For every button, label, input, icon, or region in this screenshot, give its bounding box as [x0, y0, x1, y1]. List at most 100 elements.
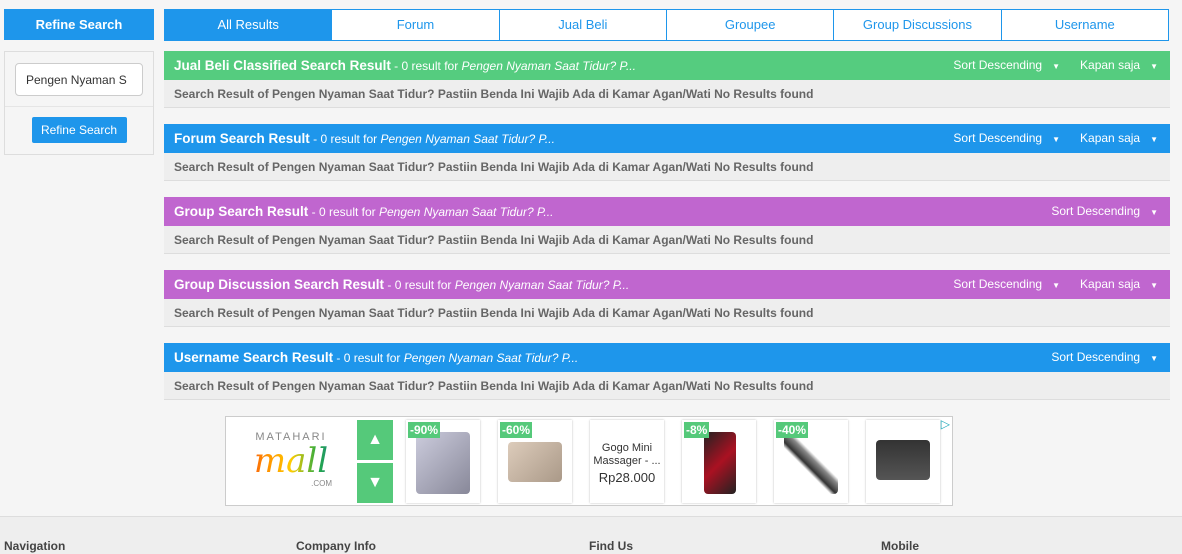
adchoices-icon[interactable]: ▷: [941, 417, 950, 431]
mataharimall-logo[interactable]: MATAHARI mall .COM: [236, 431, 346, 488]
caret-down-icon: ▼: [1150, 135, 1158, 144]
search-input[interactable]: [15, 63, 143, 96]
section-controls: Sort Descending ▼ Kapan saja ▼: [953, 51, 1158, 81]
scroll-down-button[interactable]: ▼: [357, 463, 393, 503]
sidebar: Refine Search Refine Search: [4, 9, 154, 155]
section-title: Username Search Result: [174, 350, 334, 365]
search-result-section: Username Search Result - 0 result for Pe…: [164, 343, 1170, 400]
discount-badge: -90%: [408, 422, 441, 438]
no-results-message: Search Result of Pengen Nyaman Saat Tidu…: [164, 153, 1170, 181]
tab-username[interactable]: Username: [1000, 10, 1168, 40]
discount-badge: -40%: [776, 422, 809, 438]
no-results-message: Search Result of Pengen Nyaman Saat Tidu…: [164, 226, 1170, 254]
sort-dropdown[interactable]: Sort Descending ▼: [953, 51, 1060, 81]
result-count: - 0 result for: [390, 59, 462, 73]
sort-label: Sort Descending: [953, 131, 1043, 145]
powerbank-image: [508, 442, 562, 482]
section-header: Group Search Result - 0 result for Penge…: [164, 197, 1170, 226]
ad-product[interactable]: -90%: [406, 420, 480, 503]
search-query: Pengen Nyaman Saat Tidur? P...: [454, 278, 630, 292]
refine-search-button[interactable]: Refine Search: [31, 117, 127, 143]
sort-label: Sort Descending: [1051, 350, 1141, 364]
ad-product[interactable]: -60%: [498, 420, 572, 503]
caret-down-icon: ▼: [1150, 62, 1158, 71]
caret-down-icon: ▼: [1150, 354, 1158, 363]
caret-down-icon: ▼: [1150, 208, 1158, 217]
logo-text: mall: [236, 443, 346, 479]
time-label: Kapan saja: [1080, 131, 1141, 145]
discount-badge: -8%: [684, 422, 710, 438]
sort-dropdown[interactable]: Sort Descending ▼: [953, 270, 1060, 300]
ad-product[interactable]: [866, 420, 940, 503]
footer-heading: Find Us: [589, 539, 633, 553]
scroll-up-button[interactable]: ▲: [357, 420, 393, 460]
no-results-message: Search Result of Pengen Nyaman Saat Tidu…: [164, 80, 1170, 108]
search-result-section: Group Discussion Search Result - 0 resul…: [164, 270, 1170, 327]
section-header: Username Search Result - 0 result for Pe…: [164, 343, 1170, 372]
sort-label: Sort Descending: [953, 277, 1043, 291]
ad-product[interactable]: -40%: [774, 420, 848, 503]
search-query: Pengen Nyaman Saat Tidur? P...: [403, 351, 579, 365]
smartphone-image: [704, 432, 736, 494]
section-title: Forum Search Result: [174, 131, 310, 146]
divider: [5, 106, 153, 107]
search-result-section: Jual Beli Classified Search Result - 0 r…: [164, 51, 1170, 108]
discount-badge: -60%: [500, 422, 533, 438]
result-count: - 0 result for: [308, 205, 379, 219]
tab-forum[interactable]: Forum: [331, 10, 499, 40]
cable-image: [784, 432, 838, 494]
time-label: Kapan saja: [1080, 58, 1141, 72]
result-count: - 0 result for: [333, 351, 404, 365]
caret-down-icon: ▼: [1052, 281, 1061, 290]
section-title: Group Discussion Search Result: [174, 277, 385, 292]
time-label: Kapan saja: [1080, 277, 1141, 291]
result-count: - 0 result for: [309, 132, 381, 146]
caret-down-icon: ▼: [1052, 62, 1061, 71]
section-header: Group Discussion Search Result - 0 resul…: [164, 270, 1170, 299]
tab-group-discussions[interactable]: Group Discussions: [833, 10, 1001, 40]
section-controls: Sort Descending ▼: [1051, 197, 1158, 227]
result-tabs: All Results Forum Jual Beli Groupee Grou…: [164, 9, 1169, 41]
footer-heading: Mobile: [881, 539, 919, 553]
product-info: Gogo Mini Massager - ... Rp28.000: [590, 442, 664, 484]
footer-heading: Company Info: [296, 539, 376, 553]
search-query: Pengen Nyaman Saat Tidur? P...: [380, 132, 555, 146]
ad-banner[interactable]: MATAHARI mall .COM ▲ ▼ -90% -60% Gogo Mi…: [225, 416, 953, 506]
result-count: - 0 result for: [384, 278, 455, 292]
section-controls: Sort Descending ▼: [1051, 343, 1158, 373]
section-header: Jual Beli Classified Search Result - 0 r…: [164, 51, 1170, 80]
caret-down-icon: ▼: [1052, 135, 1061, 144]
section-header: Forum Search Result - 0 result for Penge…: [164, 124, 1170, 153]
phone-case-image: [416, 432, 470, 494]
sort-dropdown[interactable]: Sort Descending ▼: [953, 124, 1060, 154]
no-results-message: Search Result of Pengen Nyaman Saat Tidu…: [164, 299, 1170, 327]
footer-heading: Navigation: [4, 539, 66, 553]
section-title: Jual Beli Classified Search Result: [174, 58, 391, 73]
section-title: Group Search Result: [174, 204, 309, 219]
time-dropdown[interactable]: Kapan saja ▼: [1080, 124, 1158, 154]
ad-product[interactable]: -8%: [682, 420, 756, 503]
section-controls: Sort Descending ▼ Kapan saja ▼: [953, 270, 1158, 300]
tab-jual-beli[interactable]: Jual Beli: [498, 10, 666, 40]
search-result-section: Group Search Result - 0 result for Penge…: [164, 197, 1170, 254]
search-query: Pengen Nyaman Saat Tidur? P...: [378, 205, 554, 219]
sort-dropdown[interactable]: Sort Descending ▼: [1051, 197, 1158, 227]
time-dropdown[interactable]: Kapan saja ▼: [1080, 51, 1158, 81]
product-name: Gogo Mini Massager - ...: [593, 442, 661, 467]
tab-all-results[interactable]: All Results: [165, 10, 332, 40]
sort-dropdown[interactable]: Sort Descending ▼: [1051, 343, 1158, 373]
footer: Navigation Company Info Find Us Mobile: [0, 516, 1182, 554]
search-query: Pengen Nyaman Saat Tidur? P...: [461, 59, 636, 73]
refine-box: Refine Search: [4, 51, 154, 155]
ad-product[interactable]: Gogo Mini Massager - ... Rp28.000: [590, 420, 664, 503]
laptop-image: [876, 440, 930, 480]
no-results-message: Search Result of Pengen Nyaman Saat Tidu…: [164, 372, 1170, 400]
product-price: Rp28.000: [598, 470, 656, 485]
sort-label: Sort Descending: [953, 58, 1043, 72]
sort-label: Sort Descending: [1051, 204, 1141, 218]
sidebar-title: Refine Search: [4, 9, 154, 40]
caret-down-icon: ▼: [1150, 281, 1158, 290]
time-dropdown[interactable]: Kapan saja ▼: [1080, 270, 1158, 300]
tab-groupee[interactable]: Groupee: [665, 10, 834, 40]
section-controls: Sort Descending ▼ Kapan saja ▼: [953, 124, 1158, 154]
